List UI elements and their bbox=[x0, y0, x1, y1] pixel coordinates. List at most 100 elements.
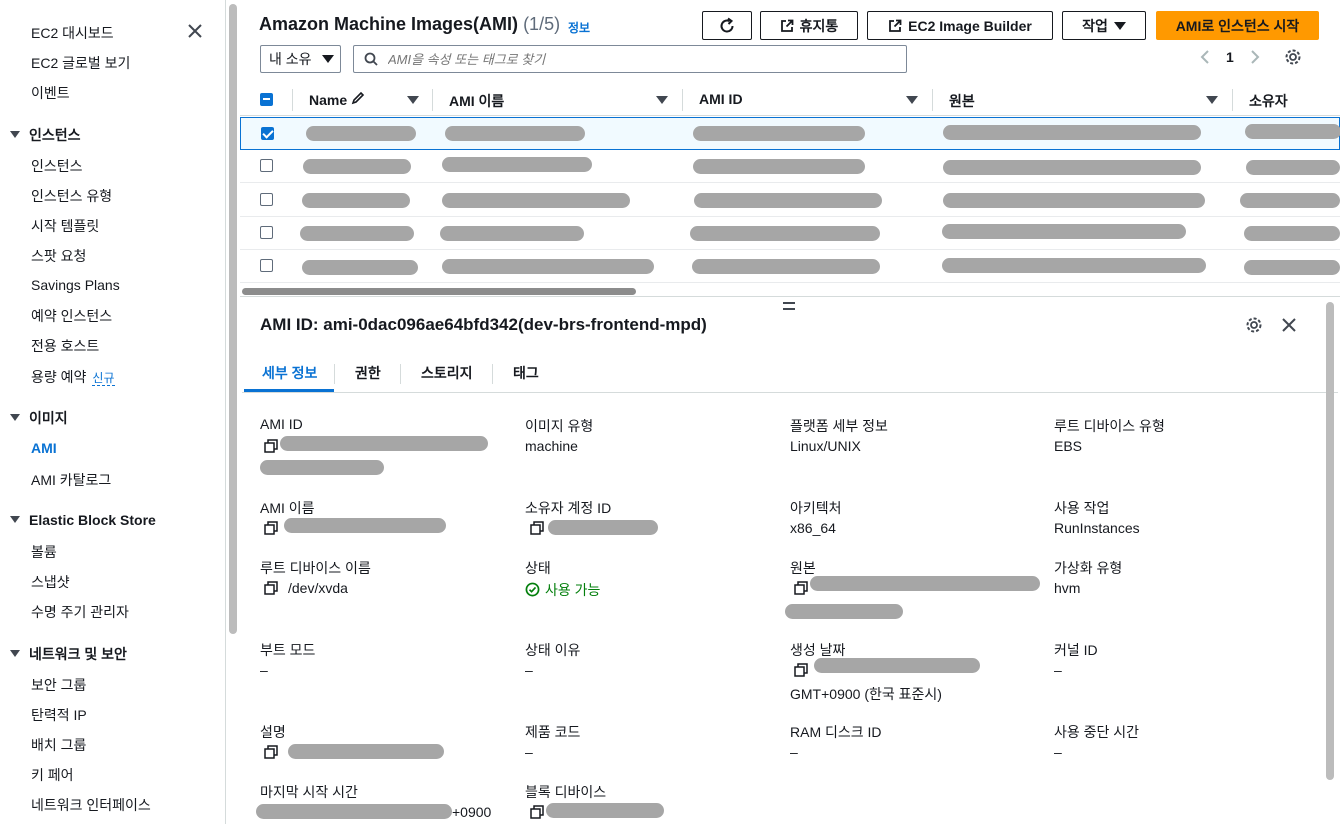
info-link[interactable]: 정보 bbox=[568, 19, 590, 36]
image-builder-button[interactable]: EC2 Image Builder bbox=[867, 11, 1053, 40]
table-row[interactable] bbox=[240, 250, 1340, 283]
field-label: 커널 ID bbox=[1054, 642, 1098, 658]
sidebar-item-instances[interactable]: 인스턴스 bbox=[31, 156, 83, 176]
sidebar-section-images[interactable]: 이미지 bbox=[10, 408, 68, 428]
edit-icon bbox=[351, 91, 365, 105]
sidebar-item-ami[interactable]: AMI bbox=[31, 440, 57, 456]
sidebar-section-ebs[interactable]: Elastic Block Store bbox=[10, 512, 156, 528]
field-label: 소유자 계정 ID bbox=[525, 500, 612, 516]
table-horizontal-scrollbar[interactable] bbox=[240, 286, 1340, 296]
owner-filter-select[interactable]: 내 소유 bbox=[260, 45, 341, 73]
sidebar-item-events[interactable]: 이벤트 bbox=[31, 83, 70, 103]
table-row[interactable] bbox=[240, 150, 1340, 183]
copy-icon[interactable] bbox=[264, 439, 278, 453]
sidebar-item-ami-catalog[interactable]: AMI 카탈로그 bbox=[31, 470, 111, 490]
sidebar-item-reserved-instances[interactable]: 예약 인스턴스 bbox=[31, 306, 112, 326]
row-checkbox[interactable] bbox=[260, 259, 273, 272]
redacted-value bbox=[445, 126, 585, 141]
table-row[interactable] bbox=[240, 117, 1340, 150]
tab-tags[interactable]: 태그 bbox=[513, 363, 539, 383]
sort-icon[interactable] bbox=[656, 96, 668, 104]
redacted-value bbox=[260, 460, 384, 475]
chevron-left-icon[interactable] bbox=[1200, 49, 1210, 65]
field-label: 상태 이유 bbox=[525, 642, 581, 658]
redacted-value bbox=[690, 226, 880, 241]
sidebar-item-dedicated-hosts[interactable]: 전용 호스트 bbox=[31, 336, 99, 356]
detail-scrollbar[interactable] bbox=[1325, 300, 1335, 824]
copy-icon[interactable] bbox=[264, 521, 278, 535]
copy-icon[interactable] bbox=[530, 805, 544, 819]
redacted-value bbox=[1246, 160, 1340, 175]
sidebar-item-volumes[interactable]: 볼륨 bbox=[31, 542, 57, 562]
settings-icon[interactable] bbox=[1284, 48, 1302, 66]
pagination: 1 bbox=[1200, 48, 1302, 66]
tab-storage[interactable]: 스토리지 bbox=[421, 363, 473, 383]
sidebar-section-instances[interactable]: 인스턴스 bbox=[10, 125, 81, 145]
field-value: x86_64 bbox=[790, 520, 836, 536]
ami-table: Name AMI 이름 AMI ID 원본 소유자 bbox=[240, 84, 1340, 298]
sidebar-item-snapshots[interactable]: 스냅샷 bbox=[31, 572, 70, 592]
redacted-value bbox=[303, 159, 411, 174]
sidebar-item-capacity-reservations[interactable]: 용량 예약 신규 bbox=[31, 367, 115, 387]
redacted-value bbox=[1240, 193, 1340, 208]
copy-icon[interactable] bbox=[794, 581, 808, 595]
sidebar-item-placement-groups[interactable]: 배치 그룹 bbox=[31, 735, 86, 755]
current-page[interactable]: 1 bbox=[1226, 49, 1234, 65]
sidebar-item-spot-requests[interactable]: 스팟 요청 bbox=[31, 246, 86, 266]
sidebar-item-instance-types[interactable]: 인스턴스 유형 bbox=[31, 186, 112, 206]
launch-instance-button[interactable]: AMI로 인스턴스 시작 bbox=[1156, 11, 1319, 40]
chevron-right-icon[interactable] bbox=[1250, 49, 1260, 65]
sidebar-item-launch-templates[interactable]: 시작 템플릿 bbox=[31, 216, 99, 236]
sort-icon[interactable] bbox=[407, 96, 419, 104]
column-name[interactable]: Name bbox=[309, 91, 365, 108]
sidebar-section-network-security[interactable]: 네트워크 및 보안 bbox=[10, 644, 127, 664]
tab-details[interactable]: 세부 정보 bbox=[262, 363, 317, 383]
copy-icon[interactable] bbox=[264, 745, 278, 759]
column-ami-name[interactable]: AMI 이름 bbox=[449, 91, 504, 111]
settings-icon[interactable] bbox=[1245, 316, 1263, 337]
sidebar-item-savings-plans[interactable]: Savings Plans bbox=[31, 277, 120, 293]
sidebar-scrollbar[interactable] bbox=[228, 0, 238, 824]
tab-permissions[interactable]: 권한 bbox=[355, 363, 381, 383]
copy-icon[interactable] bbox=[530, 521, 544, 535]
table-row[interactable] bbox=[240, 217, 1340, 250]
search-field[interactable] bbox=[353, 45, 907, 73]
row-checkbox[interactable] bbox=[260, 193, 273, 206]
row-checkbox[interactable] bbox=[260, 226, 273, 239]
sidebar-item-lifecycle-manager[interactable]: 수명 주기 관리자 bbox=[31, 602, 129, 622]
actions-dropdown[interactable]: 작업 bbox=[1062, 11, 1146, 40]
redacted-value bbox=[810, 576, 1040, 591]
row-checkbox[interactable] bbox=[260, 159, 273, 172]
copy-icon[interactable] bbox=[794, 663, 808, 677]
external-link-icon bbox=[780, 19, 794, 32]
sidebar-item-key-pairs[interactable]: 키 페어 bbox=[31, 765, 74, 785]
resize-handle-icon[interactable] bbox=[783, 302, 795, 310]
search-input[interactable] bbox=[388, 51, 888, 67]
sidebar-item-security-groups[interactable]: 보안 그룹 bbox=[31, 675, 86, 695]
column-source[interactable]: 원본 bbox=[949, 91, 975, 111]
sidebar-item-ec2-global-view[interactable]: EC2 글로벌 보기 bbox=[31, 53, 130, 73]
sort-icon[interactable] bbox=[906, 96, 918, 104]
select-all-checkbox[interactable] bbox=[260, 93, 273, 106]
redacted-value bbox=[256, 804, 452, 819]
recycle-bin-button[interactable]: 휴지통 bbox=[760, 11, 858, 40]
new-badge: 신규 bbox=[92, 371, 115, 386]
sidebar-item-ec2-dashboard[interactable]: EC2 대시보드 bbox=[31, 23, 114, 43]
sidebar-item-elastic-ips[interactable]: 탄력적 IP bbox=[31, 705, 87, 725]
row-checkbox[interactable] bbox=[261, 127, 274, 140]
redacted-value bbox=[546, 803, 664, 818]
refresh-button[interactable] bbox=[702, 11, 752, 40]
sidebar-item-network-interfaces[interactable]: 네트워크 인터페이스 bbox=[31, 795, 151, 815]
field-value: – bbox=[260, 662, 268, 678]
close-icon[interactable] bbox=[185, 21, 205, 41]
field-value: +0900 bbox=[452, 804, 492, 820]
copy-icon[interactable] bbox=[264, 581, 278, 595]
field-value: – bbox=[525, 662, 533, 678]
sort-icon[interactable] bbox=[1206, 96, 1218, 104]
close-icon[interactable] bbox=[1280, 316, 1298, 337]
caret-down-icon bbox=[10, 414, 20, 421]
column-ami-id[interactable]: AMI ID bbox=[699, 91, 743, 107]
table-row[interactable] bbox=[240, 184, 1340, 217]
column-owner[interactable]: 소유자 bbox=[1249, 91, 1288, 111]
redacted-value bbox=[694, 193, 882, 208]
